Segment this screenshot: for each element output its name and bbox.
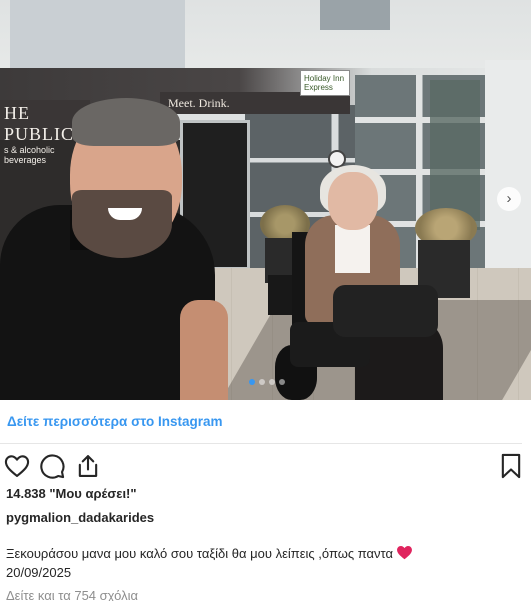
divider	[0, 443, 522, 444]
heart-icon[interactable]	[3, 452, 31, 480]
action-bar	[0, 450, 531, 482]
carousel-dot	[279, 379, 285, 385]
username-link[interactable]: pygmalion_dadakarides	[6, 510, 154, 525]
comment-icon[interactable]	[38, 452, 66, 480]
share-icon[interactable]	[74, 452, 102, 480]
bookmark-icon[interactable]	[497, 452, 525, 480]
carousel-dot	[259, 379, 265, 385]
wheelchair-handle	[268, 275, 292, 315]
carousel-dot	[269, 379, 275, 385]
post-date: 20/09/2025	[6, 565, 72, 580]
caption-text: Ξεκουράσου μανα μου καλό σου ταξίδι θα μ…	[6, 546, 394, 561]
red-heart-emoji-icon	[397, 545, 412, 560]
hotel-logo: Holiday Inn Express	[300, 70, 350, 96]
man-arm	[180, 300, 228, 400]
post-photo[interactable]: HE PUBLIC s & alcoholic beverages Meet. …	[0, 0, 531, 400]
building-pillar	[485, 60, 531, 300]
carousel-dot	[249, 379, 255, 385]
man-hair	[72, 98, 180, 146]
likes-count[interactable]: 14.838 "Μου αρέσει!"	[6, 486, 137, 501]
building-tower	[10, 0, 185, 70]
building-window	[320, 0, 390, 30]
woman-face	[328, 172, 378, 230]
woman-top	[335, 225, 370, 273]
view-all-comments-link[interactable]: Δείτε και τα 754 σχόλια	[6, 588, 138, 601]
post-caption: Ξεκουράσου μανα μου καλό σου ταξίδι θα μ…	[6, 545, 413, 561]
carousel-dots	[249, 379, 285, 385]
handbag	[333, 285, 438, 337]
man-beard	[72, 190, 172, 258]
pub-sign-title: HE PUBLIC	[4, 103, 75, 144]
carousel-next-button[interactable]: ›	[497, 187, 521, 211]
window-curtain	[430, 80, 480, 230]
view-more-on-instagram-link[interactable]: Δείτε περισσότερα στο Instagram	[7, 414, 222, 429]
